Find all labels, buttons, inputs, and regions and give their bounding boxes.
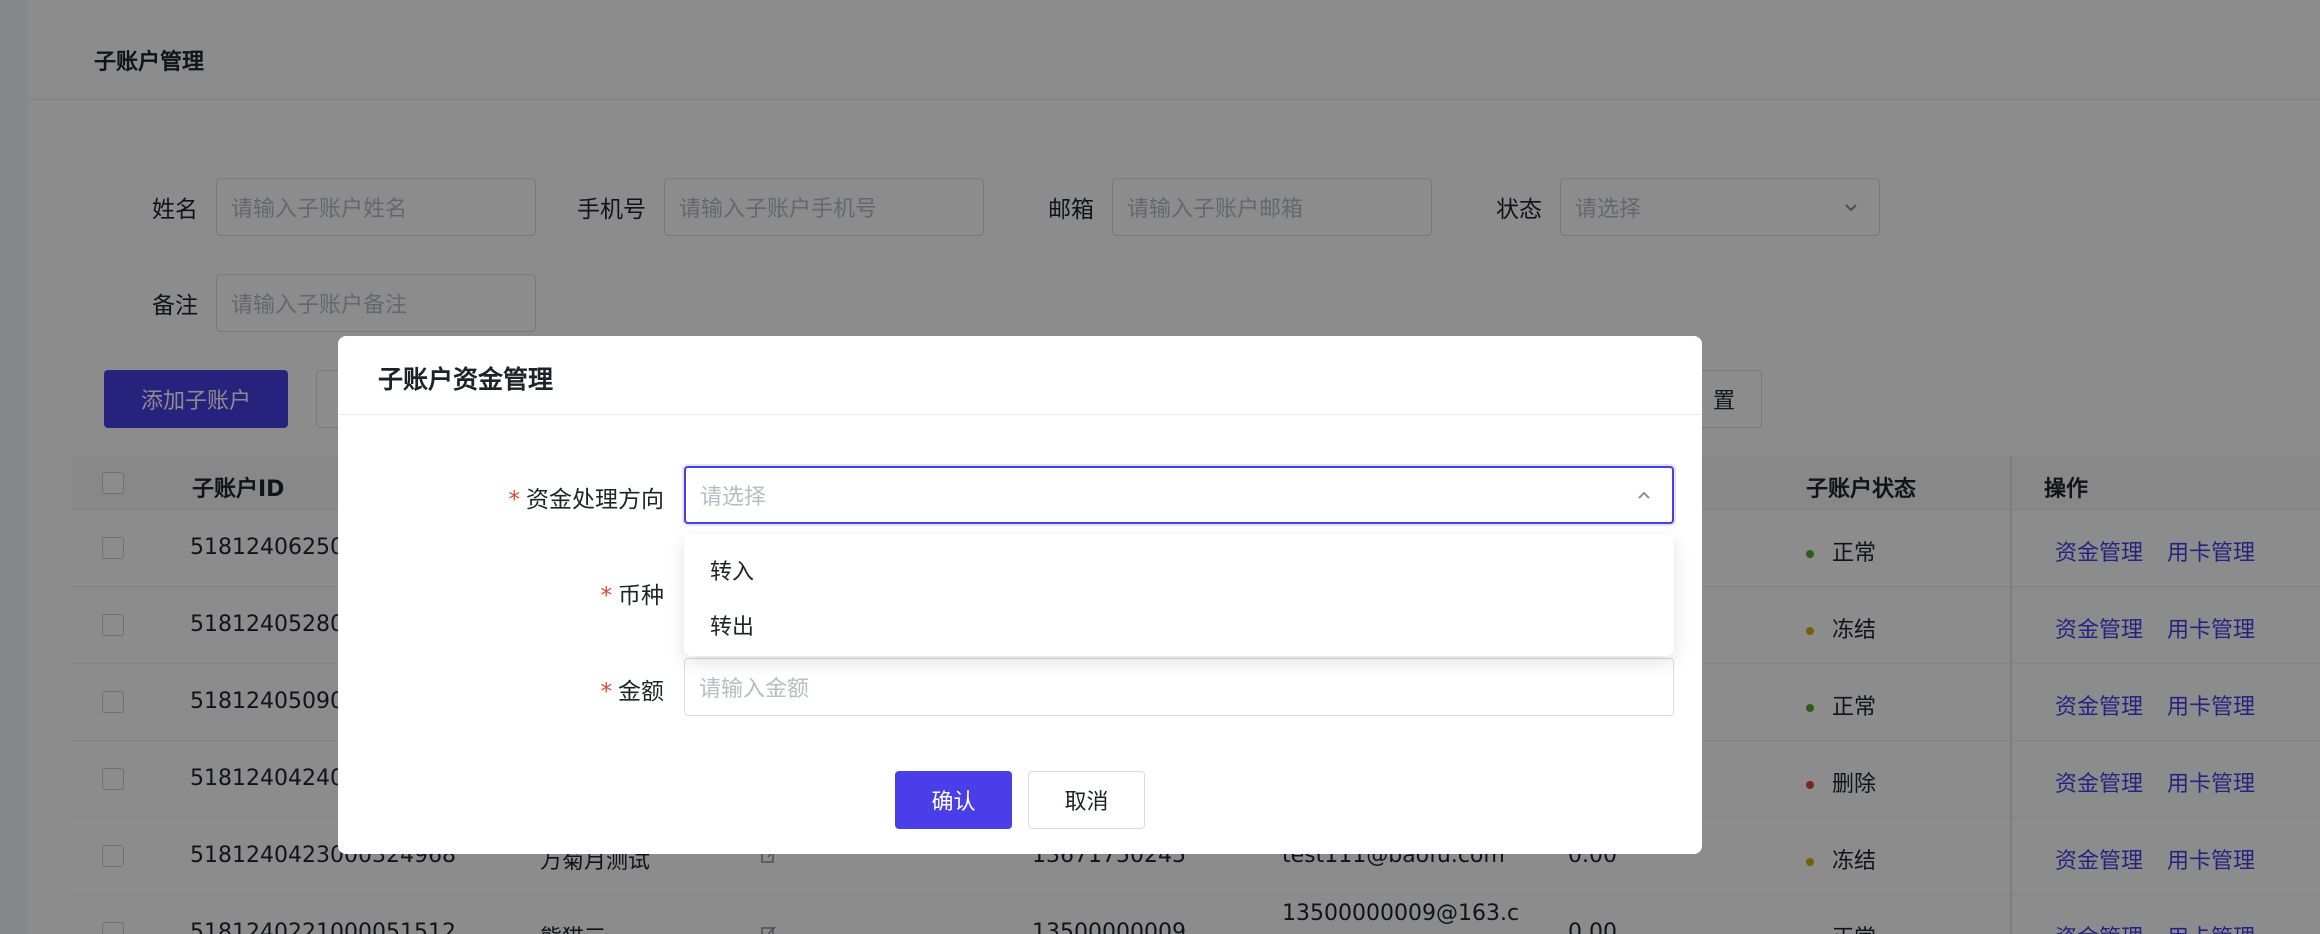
- direction-placeholder: 请选择: [700, 485, 767, 510]
- option-transfer-out[interactable]: 转出: [710, 609, 754, 641]
- direction-label-text: 资金处理方向: [526, 487, 664, 513]
- confirm-button[interactable]: 确认: [895, 771, 1012, 829]
- cancel-button[interactable]: 取消: [1028, 771, 1145, 829]
- required-mark: *: [600, 583, 613, 609]
- chevron-up-icon: [1638, 491, 1650, 499]
- direction-dropdown: 转入 转出: [684, 534, 1674, 656]
- required-mark: *: [508, 487, 521, 513]
- required-mark: *: [600, 679, 613, 705]
- app-root: 子账户管理 姓名 请输入子账户姓名 手机号 请输入子账户手机号 邮箱 请输入子账…: [0, 0, 2320, 934]
- direction-label: * 资金处理方向: [424, 480, 665, 514]
- option-transfer-in[interactable]: 转入: [710, 554, 754, 586]
- amount-placeholder: 请输入金额: [699, 677, 810, 702]
- amount-input[interactable]: 请输入金额: [684, 658, 1674, 716]
- dialog-title: 子账户资金管理: [378, 365, 554, 394]
- amount-label-text: 金额: [618, 679, 664, 705]
- currency-label-text: 币种: [618, 583, 664, 609]
- amount-label: * 金额: [424, 672, 665, 706]
- dialog-divider: [338, 414, 1702, 415]
- currency-label: * 币种: [424, 576, 665, 610]
- direction-select[interactable]: 请选择: [684, 466, 1674, 524]
